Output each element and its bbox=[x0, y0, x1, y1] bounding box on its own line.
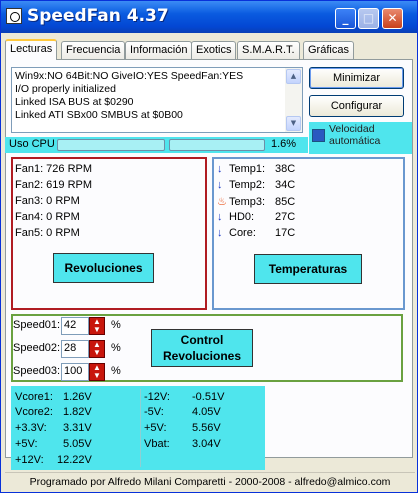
log-line: Linked ATI SBx00 SMBUS at $0B00 bbox=[15, 109, 183, 121]
tab-graficas[interactable]: Gráficas bbox=[303, 41, 354, 59]
voltage-reading: Vcore1: 1.26V bbox=[15, 391, 92, 403]
scroll-up-icon[interactable]: ▲ bbox=[286, 69, 301, 84]
auto-speed-label[interactable]: Velocidad automática bbox=[329, 123, 380, 147]
voltage-reading: +3.3V: 3.31V bbox=[15, 422, 92, 434]
down-arrow-icon: ↓ bbox=[217, 163, 223, 175]
tab-frecuencia[interactable]: Frecuencia bbox=[61, 41, 126, 59]
speed03-spinner[interactable]: ▲ ▼ bbox=[89, 363, 105, 381]
speed01-label: Speed01: bbox=[13, 319, 61, 331]
speed01-spinner[interactable]: ▲ ▼ bbox=[89, 317, 105, 335]
maximize-window-button[interactable]: □ bbox=[358, 8, 379, 29]
voltage-reading: Vcore2: 1.82V bbox=[15, 406, 92, 418]
fan-reading: Fan4: 0 RPM bbox=[15, 211, 80, 223]
tab-exotics[interactable]: Exotics bbox=[191, 41, 237, 59]
flame-icon: ♨ bbox=[217, 196, 227, 208]
speed02-unit: % bbox=[111, 342, 121, 354]
log-textbox[interactable]: Win9x:NO 64Bit:NO GiveIO:YES SpeedFan:YE… bbox=[11, 67, 303, 133]
voltage-reading: -12V: -0.51V bbox=[144, 391, 225, 403]
voltage-reading: -5V: 4.05V bbox=[144, 406, 221, 418]
auto-speed-label-line1: Velocidad bbox=[329, 123, 375, 135]
voltage-reading: +12V: 12.22V bbox=[15, 454, 92, 466]
voltage-reading: Vbat: 3.04V bbox=[144, 438, 221, 450]
cpu-usage-percent: 1.6% bbox=[271, 138, 297, 150]
cpu-usage-bar bbox=[57, 139, 165, 151]
temps-badge: Temperaturas bbox=[254, 254, 362, 284]
control-badge-line2: Revoluciones bbox=[162, 349, 242, 363]
voltages-divider bbox=[140, 389, 141, 467]
speed02-label: Speed02: bbox=[13, 342, 61, 354]
voltage-reading: +5V: 5.05V bbox=[15, 438, 92, 450]
scroll-down-icon[interactable]: ▼ bbox=[286, 116, 301, 131]
control-badge-line1: Control bbox=[180, 333, 224, 347]
control-badge: Control Revoluciones bbox=[151, 329, 253, 367]
fan-reading: Fan5: 0 RPM bbox=[15, 227, 80, 239]
fan-reading: Fan3: 0 RPM bbox=[15, 195, 80, 207]
auto-speed-checkbox[interactable] bbox=[312, 129, 325, 142]
log-line: I/O properly initialized bbox=[15, 83, 116, 95]
down-arrow-icon: ↓ bbox=[217, 227, 223, 239]
speed02-input[interactable]: 28 bbox=[61, 340, 89, 358]
temp-reading: ↓ Temp1: 38C bbox=[217, 163, 296, 175]
down-arrow-icon: ↓ bbox=[217, 179, 223, 191]
window-title: SpeedFan 4.37 bbox=[27, 6, 169, 26]
speed03-unit: % bbox=[111, 365, 121, 377]
temp-reading: ↓ Core: 17C bbox=[217, 227, 296, 239]
log-line: Linked ISA BUS at $0290 bbox=[15, 96, 134, 108]
down-arrow-icon: ↓ bbox=[217, 211, 223, 223]
speedfan-window: SpeedFan 4.37 _ □ ✕ Lecturas Frecuencia … bbox=[0, 0, 418, 493]
speed03-label: Speed03: bbox=[13, 365, 61, 377]
auto-speed-label-line2: automática bbox=[329, 135, 381, 147]
temp-reading: ↓ HD0: 27C bbox=[217, 211, 296, 223]
speed01-unit: % bbox=[111, 319, 121, 331]
log-line: Win9x:NO 64Bit:NO GiveIO:YES SpeedFan:YE… bbox=[15, 70, 244, 82]
tab-informacion[interactable]: Información bbox=[125, 41, 193, 59]
tab-lecturas[interactable]: Lecturas bbox=[5, 39, 58, 60]
tab-smart[interactable]: S.M.A.R.T. bbox=[237, 41, 300, 59]
minimize-window-button[interactable]: _ bbox=[335, 8, 356, 29]
log-scrollbar[interactable]: ▲ ▼ bbox=[285, 68, 302, 132]
temp-reading: ♨ Temp3: 85C bbox=[217, 196, 296, 208]
cpu-usage-label: Uso CPU bbox=[9, 138, 55, 150]
title-bar[interactable]: SpeedFan 4.37 _ □ ✕ bbox=[1, 1, 417, 33]
voltage-reading: +5V: 5.56V bbox=[144, 422, 221, 434]
minimize-button[interactable]: Minimizar bbox=[309, 67, 404, 89]
speed03-input[interactable]: 100 bbox=[61, 363, 89, 381]
cpu-usage-bar bbox=[169, 139, 265, 151]
fan-reading: Fan2: 619 RPM bbox=[15, 179, 93, 191]
fans-badge: Revoluciones bbox=[53, 253, 154, 283]
speed02-spinner[interactable]: ▲ ▼ bbox=[89, 340, 105, 358]
speed01-input[interactable]: 42 bbox=[61, 317, 89, 335]
close-window-button[interactable]: ✕ bbox=[382, 8, 403, 29]
footer-credits: Programado por Alfredo Milani Comparetti… bbox=[5, 472, 415, 490]
configure-button[interactable]: Configurar bbox=[309, 95, 404, 117]
fan-reading: Fan1: 726 RPM bbox=[15, 163, 93, 175]
temp-reading: ↓ Temp2: 34C bbox=[217, 179, 296, 191]
speedfan-app-icon[interactable] bbox=[6, 8, 22, 24]
